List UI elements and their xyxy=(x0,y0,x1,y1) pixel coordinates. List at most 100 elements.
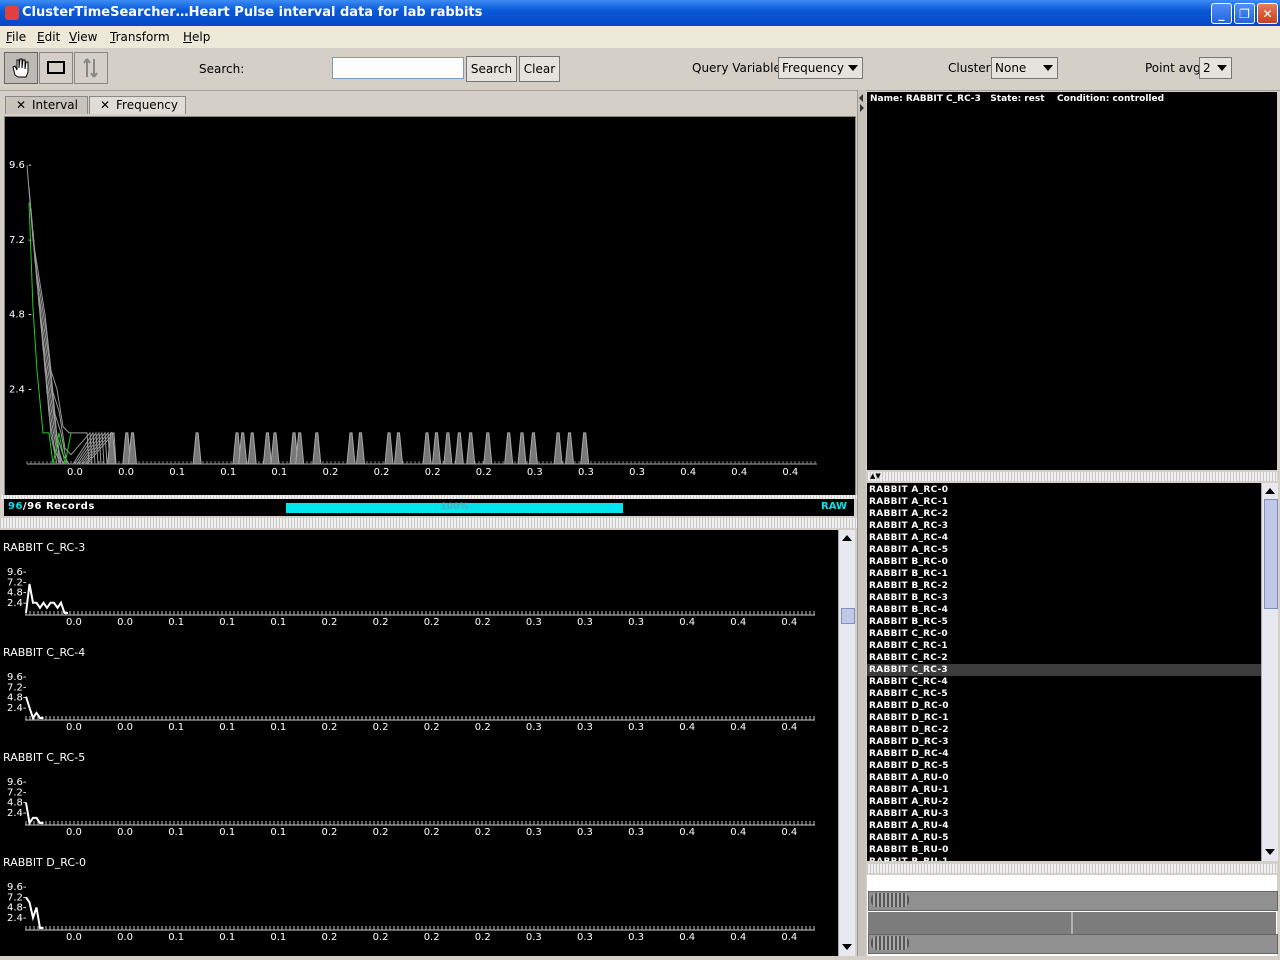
menu-transform[interactable]: Transform xyxy=(110,30,170,44)
point-avg-select[interactable]: 2 xyxy=(1199,57,1232,79)
scroll-down-icon[interactable] xyxy=(842,944,852,950)
x-tick-label: 0.3 xyxy=(628,827,644,838)
close-button[interactable]: ✕ xyxy=(1257,3,1278,24)
cluster-select[interactable]: None xyxy=(991,57,1058,79)
peak-mark xyxy=(528,432,538,465)
small-multiple[interactable]: RABBIT C_RC-4 9.6- 7.2- 4.8- 2.4- 0.0 0.0 0.1 0.… xyxy=(0,635,838,740)
record-list-item[interactable]: RABBIT C_RC-1 xyxy=(867,640,1261,652)
menu-file[interactable]: File xyxy=(6,30,26,44)
record-list-item[interactable]: RABBIT A_RU-0 xyxy=(867,772,1261,784)
splitter-right-bottom[interactable] xyxy=(867,864,1277,873)
record-list-item[interactable]: RABBIT B_RU-1 xyxy=(867,856,1261,861)
slider-handle[interactable] xyxy=(871,893,909,907)
small-multiple[interactable]: RABBIT D_RC-0 9.6- 7.2- 4.8- 2.4- 0.0 0.0 0.1 0.… xyxy=(0,845,838,950)
peak-mark xyxy=(262,432,272,465)
query-variable-select[interactable]: Frequency xyxy=(778,57,863,79)
x-tick-label: 0.0 xyxy=(118,467,134,478)
rectangle-select-icon xyxy=(47,61,65,74)
series-line xyxy=(25,802,44,826)
range-slider-bottom[interactable] xyxy=(868,934,1278,954)
record-list-item[interactable]: RABBIT A_RU-1 xyxy=(867,784,1261,796)
mode-label: RAW xyxy=(821,501,848,512)
tab-interval[interactable]: ✕ Interval xyxy=(5,96,88,114)
record-list-item[interactable]: RABBIT A_RC-2 xyxy=(867,508,1261,520)
overview-marker[interactable] xyxy=(1071,912,1073,934)
scroll-thumb[interactable] xyxy=(1264,499,1278,609)
x-tick-label: 0.1 xyxy=(219,827,235,838)
record-list-item[interactable]: RABBIT B_RC-5 xyxy=(867,616,1261,628)
scroll-thumb[interactable] xyxy=(841,608,855,624)
menu-view[interactable]: View xyxy=(69,30,97,44)
y-tick-label: 4.8 - xyxy=(9,310,32,321)
vertical-splitter[interactable] xyxy=(857,90,866,956)
scroll-up-icon[interactable] xyxy=(1265,488,1275,494)
close-tab-icon[interactable]: ✕ xyxy=(16,97,26,114)
splitter-right-top[interactable]: ▲▼ xyxy=(867,472,1277,481)
close-tab-icon[interactable]: ✕ xyxy=(100,97,110,114)
record-list-item[interactable]: RABBIT B_RU-0 xyxy=(867,844,1261,856)
main-chart-panel[interactable]: 9.6 - 7.2 - 4.8 - 2.4 - 0.0 0.0 0.1 0.1 0.1 0.2 0.… xyxy=(4,116,856,496)
small-multiple[interactable]: RABBIT C_RC-5 9.6- 7.2- 4.8- 2.4- 0.0 0.0 0.1 0.… xyxy=(0,740,838,845)
record-list-item[interactable]: RABBIT A_RC-0 xyxy=(867,484,1261,496)
record-list-item[interactable]: RABBIT A_RC-1 xyxy=(867,496,1261,508)
record-list-item[interactable]: RABBIT D_RC-4 xyxy=(867,748,1261,760)
small-multiples-scrollbar[interactable] xyxy=(838,530,855,956)
record-list-item[interactable]: RABBIT D_RC-5 xyxy=(867,760,1261,772)
scroll-down-icon[interactable] xyxy=(1265,849,1275,855)
menu-help[interactable]: Help xyxy=(183,30,210,44)
range-slider-top[interactable] xyxy=(868,891,1278,911)
x-tick-label: 0.2 xyxy=(424,827,440,838)
tab-frequency[interactable]: ✕ Frequency xyxy=(89,96,186,114)
search-input[interactable] xyxy=(332,57,464,79)
x-tick-label: 0.1 xyxy=(270,827,286,838)
java-app-icon xyxy=(5,6,19,20)
record-list-item[interactable]: RABBIT C_RC-3 xyxy=(867,664,1261,676)
maximize-button[interactable]: ❐ xyxy=(1234,3,1255,24)
record-list-item[interactable]: RABBIT B_RC-3 xyxy=(867,592,1261,604)
record-list-item[interactable]: RABBIT B_RC-4 xyxy=(867,604,1261,616)
collapse-right-icon[interactable] xyxy=(860,104,864,112)
rect-select-button[interactable] xyxy=(39,52,73,84)
record-list-item[interactable]: RABBIT B_RC-2 xyxy=(867,580,1261,592)
record-list-item[interactable]: RABBIT A_RC-3 xyxy=(867,520,1261,532)
record-list-item[interactable]: RABBIT A_RU-5 xyxy=(867,832,1261,844)
record-list-item[interactable]: RABBIT A_RC-5 xyxy=(867,544,1261,556)
record-list-scrollbar[interactable] xyxy=(1261,483,1278,861)
record-list-item[interactable]: RABBIT D_RC-3 xyxy=(867,736,1261,748)
splitter-middle[interactable] xyxy=(0,518,858,528)
small-multiple[interactable]: RABBIT C_RC-3 9.6- 7.2- 4.8- 2.4- 0.0 0.0 0.1 0.… xyxy=(0,530,838,635)
record-list-item[interactable]: RABBIT D_RC-1 xyxy=(867,712,1261,724)
menu-bar: File Edit View Transform Help xyxy=(0,26,1280,48)
x-tick-label: 0.1 xyxy=(270,932,286,943)
scroll-up-icon[interactable] xyxy=(842,535,852,541)
collapse-left-icon[interactable] xyxy=(859,94,863,102)
x-tick-label: 0.2 xyxy=(475,617,491,628)
record-list-item[interactable]: RABBIT D_RC-0 xyxy=(867,700,1261,712)
x-tick-label: 0.2 xyxy=(373,827,389,838)
record-list-item[interactable]: RABBIT C_RC-0 xyxy=(867,628,1261,640)
menu-edit[interactable]: Edit xyxy=(37,30,60,44)
main-chart[interactable]: 9.6 - 7.2 - 4.8 - 2.4 - 0.0 0.0 0.1 0.1 0.1 0.2 0.… xyxy=(5,117,855,495)
slider-handle[interactable] xyxy=(871,936,909,950)
x-tick-label: 0.2 xyxy=(373,722,389,733)
record-list-item[interactable]: RABBIT A_RU-2 xyxy=(867,796,1261,808)
record-list[interactable]: RABBIT A_RC-0 RABBIT A_RC-1 RABBIT A_RC-2 R… xyxy=(867,483,1261,861)
record-list-item[interactable]: RABBIT C_RC-2 xyxy=(867,652,1261,664)
record-list-item[interactable]: RABBIT C_RC-4 xyxy=(867,676,1261,688)
record-list-item[interactable]: RABBIT A_RC-4 xyxy=(867,532,1261,544)
record-list-item[interactable]: RABBIT B_RC-0 xyxy=(867,556,1261,568)
minimize-button[interactable]: _ xyxy=(1211,3,1232,24)
clear-button[interactable]: Clear xyxy=(519,56,560,82)
record-list-item[interactable]: RABBIT B_RC-1 xyxy=(867,568,1261,580)
x-tick-label: 0.4 xyxy=(781,722,797,733)
record-list-item[interactable]: RABBIT A_RU-3 xyxy=(867,808,1261,820)
record-list-item[interactable]: RABBIT C_RC-5 xyxy=(867,688,1261,700)
record-list-item[interactable]: RABBIT A_RU-4 xyxy=(867,820,1261,832)
search-button[interactable]: Search xyxy=(466,56,517,82)
x-tick-label: 0.2 xyxy=(323,467,339,478)
expand-icons[interactable]: ▲▼ xyxy=(870,472,881,480)
record-list-item[interactable]: RABBIT D_RC-2 xyxy=(867,724,1261,736)
peak-mark xyxy=(238,432,248,465)
angular-query-button[interactable] xyxy=(74,52,108,84)
hand-tool-button[interactable] xyxy=(4,52,38,84)
